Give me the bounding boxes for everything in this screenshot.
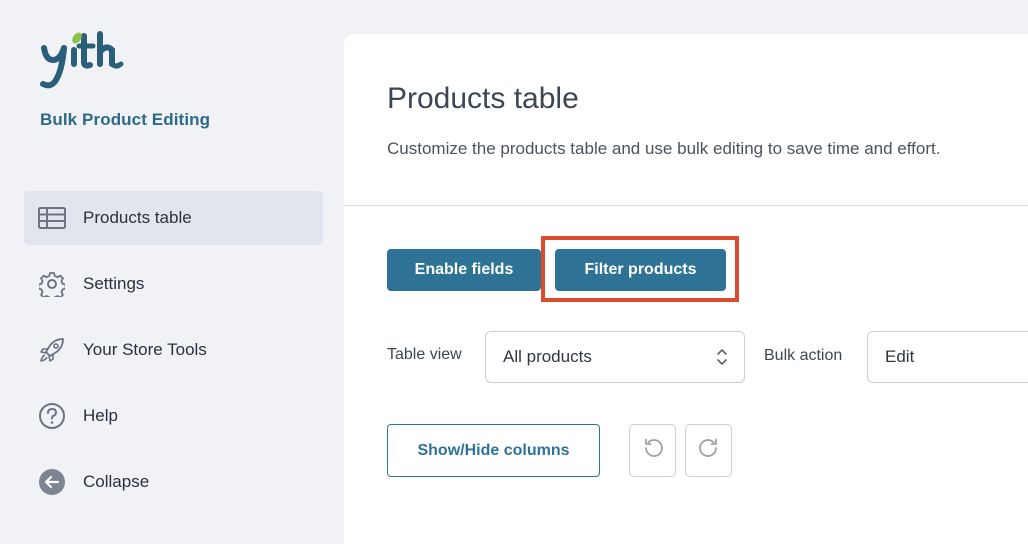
table-view-select[interactable]: All products	[485, 331, 745, 383]
page-description: Customize the products table and use bul…	[387, 139, 941, 158]
sidebar-item-label: Help	[83, 406, 118, 425]
undo-icon	[641, 436, 665, 465]
bulk-action-select[interactable]: Edit	[867, 331, 1028, 383]
bulk-action-label: Bulk action	[764, 347, 843, 364]
enable-fields-button[interactable]: Enable fields	[387, 249, 541, 291]
sidebar: Bulk Product Editing Products table Sett…	[0, 0, 344, 524]
sidebar-item-label: Settings	[83, 274, 145, 293]
bulk-action-value: Edit	[885, 347, 915, 366]
sidebar-item-your-store-tools[interactable]: Your Store Tools	[24, 323, 323, 377]
sidebar-item-collapse[interactable]: Collapse	[24, 455, 323, 509]
sidebar-nav: Products table Settings Your Store Tools…	[24, 191, 323, 521]
table-view-value: All products	[503, 347, 592, 366]
table-icon	[37, 203, 67, 233]
rocket-icon	[37, 335, 67, 365]
help-icon	[37, 401, 67, 431]
sidebar-item-label: Your Store Tools	[83, 340, 207, 359]
header-divider	[344, 205, 1028, 206]
sidebar-item-products-table[interactable]: Products table	[24, 191, 323, 245]
table-view-label: Table view	[387, 346, 462, 363]
redo-button[interactable]	[685, 424, 732, 477]
sidebar-item-label: Products table	[83, 208, 192, 227]
chevron-up-down-icon	[716, 347, 728, 372]
gear-icon	[37, 269, 67, 299]
yith-logo	[40, 30, 136, 96]
undo-button[interactable]	[629, 424, 676, 477]
show-hide-columns-button[interactable]: Show/Hide columns	[387, 424, 600, 477]
filter-products-button[interactable]: Filter products	[555, 249, 726, 291]
main-panel: Products table Customize the products ta…	[344, 34, 1028, 544]
collapse-arrow-icon	[37, 467, 67, 497]
redo-icon	[697, 436, 721, 465]
sidebar-item-settings[interactable]: Settings	[24, 257, 323, 311]
page-title: Products table	[387, 82, 579, 115]
sidebar-item-label: Collapse	[83, 472, 150, 491]
plugin-name: Bulk Product Editing	[40, 110, 211, 129]
sidebar-item-help[interactable]: Help	[24, 389, 323, 443]
